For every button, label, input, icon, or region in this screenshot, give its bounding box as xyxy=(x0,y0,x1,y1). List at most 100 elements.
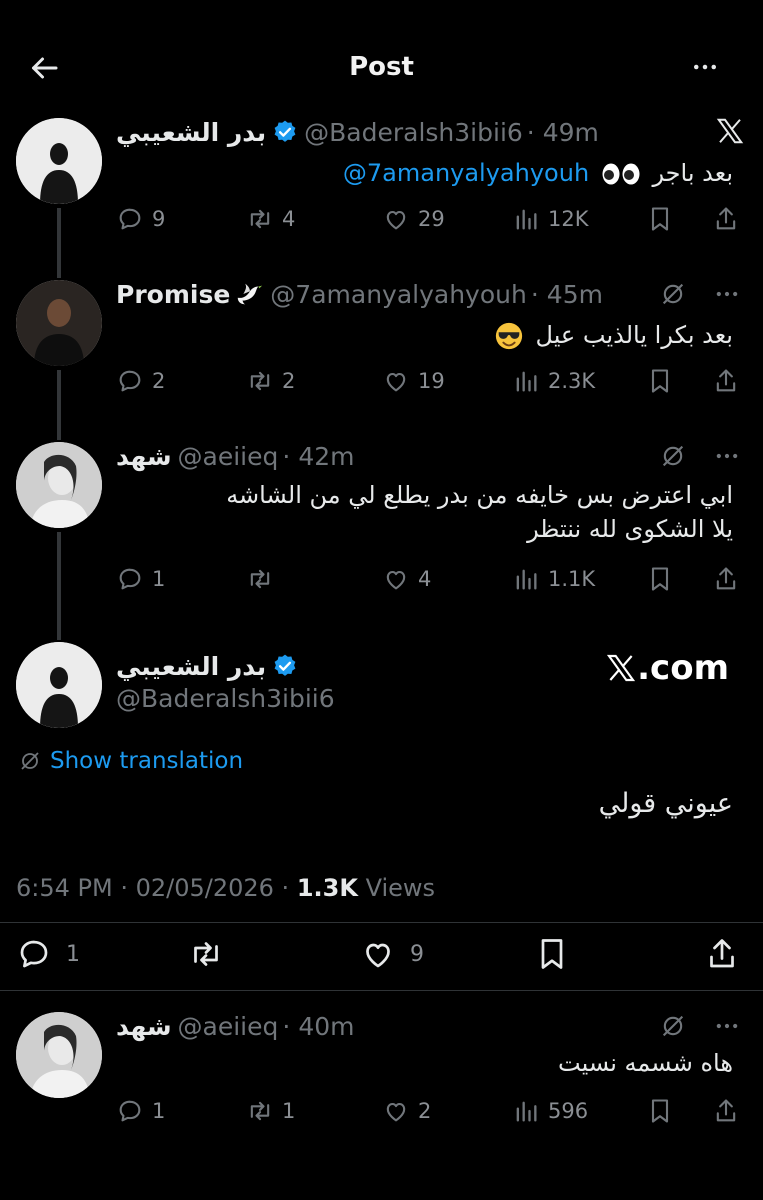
views-icon xyxy=(512,565,540,593)
bookmark-icon xyxy=(646,367,674,395)
grok-icon[interactable] xyxy=(659,1012,687,1040)
share-button[interactable] xyxy=(712,1094,748,1128)
bookmark-button[interactable] xyxy=(646,562,682,596)
action-bar: 9 4 29 12K xyxy=(116,202,743,236)
author-handle[interactable]: @aeiieq xyxy=(178,442,279,471)
post-text: عيوني قولي xyxy=(598,788,733,819)
top-tweet[interactable]: بدر الشعيبي @Baderalsh3ibii6 · 49m بعد ب… xyxy=(0,114,763,244)
bookmark-button[interactable] xyxy=(646,364,682,398)
repost-icon xyxy=(246,205,274,233)
repost-button[interactable]: 2 xyxy=(246,364,295,398)
share-button[interactable] xyxy=(712,562,748,596)
post-time[interactable]: 49m xyxy=(543,118,599,147)
tweet-text: ابي اعترض بس خايفه من بدر يطلع لي من الش… xyxy=(226,481,733,543)
post-time[interactable]: 45m xyxy=(547,280,603,309)
bookmark-icon xyxy=(646,1097,674,1125)
separator-dot: · xyxy=(282,1011,291,1041)
author-handle[interactable]: @Baderalsh3ibii6 xyxy=(304,118,523,147)
post-time[interactable]: 42m xyxy=(298,442,354,471)
author-handle[interactable]: @7amanyalyahyouh xyxy=(270,280,527,309)
bookmark-button[interactable] xyxy=(646,1094,682,1128)
author-handle[interactable]: @Baderalsh3ibii6 xyxy=(116,684,335,713)
separator-dot: · xyxy=(526,117,535,147)
repost-icon xyxy=(246,1097,274,1125)
share-icon xyxy=(712,1097,740,1125)
repost-button[interactable]: 1 xyxy=(246,1094,295,1128)
views-button[interactable]: 12K xyxy=(512,202,589,236)
reply-icon xyxy=(16,936,52,972)
mention-link[interactable]: @7amanyalyahyouh xyxy=(343,159,589,187)
author-name[interactable]: بدر الشعيبي xyxy=(116,118,266,147)
more-options-icon[interactable] xyxy=(685,52,725,82)
tweet-text: هاه شسمه نسيت xyxy=(558,1049,733,1077)
reply-tweet[interactable]: شهد @aeiieq · 40m هاه شسمه نسيت 1 1 2 59… xyxy=(0,1008,763,1138)
grok-icon[interactable] xyxy=(659,442,687,470)
heart-icon xyxy=(382,367,410,395)
divider xyxy=(0,922,763,923)
share-icon xyxy=(712,205,740,233)
share-icon xyxy=(712,367,740,395)
views-icon xyxy=(512,205,540,233)
share-button[interactable] xyxy=(712,202,748,236)
verified-badge-icon xyxy=(272,119,298,145)
like-button[interactable]: 9 xyxy=(360,934,424,974)
repost-icon xyxy=(246,565,274,593)
share-icon xyxy=(704,936,740,972)
author-name[interactable]: بدر الشعيبي xyxy=(116,652,266,681)
heart-icon xyxy=(382,1097,410,1125)
bookmark-icon xyxy=(646,565,674,593)
repost-icon xyxy=(188,936,224,972)
views-button[interactable]: 596 xyxy=(512,1094,588,1128)
share-button[interactable] xyxy=(704,934,754,974)
grok-icon[interactable] xyxy=(659,280,687,308)
post-timestamp[interactable]: 6:54 PM · 02/05/2026 · xyxy=(16,874,297,902)
author-name[interactable]: شهد xyxy=(116,442,172,471)
more-options-icon[interactable] xyxy=(711,1012,743,1040)
avatar[interactable] xyxy=(16,642,102,728)
share-button[interactable] xyxy=(712,364,748,398)
more-options-icon[interactable] xyxy=(711,280,743,308)
reply-tweet[interactable]: شهد @aeiieq · 42m ابي اعترض بس خايفه من … xyxy=(0,438,763,608)
author-name[interactable]: شهد xyxy=(116,1012,172,1041)
repost-icon xyxy=(246,367,274,395)
views-button[interactable]: 1.1K xyxy=(512,562,595,596)
more-options-icon[interactable] xyxy=(711,442,743,470)
show-translation-link[interactable]: Show translation xyxy=(18,748,243,774)
x-logo-icon xyxy=(715,116,745,146)
post-time[interactable]: 40m xyxy=(298,1012,354,1041)
page-title: Post xyxy=(349,52,414,82)
reply-button[interactable]: 2 xyxy=(116,364,165,398)
author-name[interactable]: Promise xyxy=(116,280,230,309)
separator-dot: · xyxy=(530,279,539,309)
reply-button[interactable]: 1 xyxy=(116,1094,165,1128)
reply-button[interactable]: 1 xyxy=(16,934,80,974)
repost-button[interactable] xyxy=(188,934,238,974)
divider xyxy=(0,990,763,991)
like-button[interactable]: 29 xyxy=(382,202,445,236)
views-button[interactable]: 2.3K xyxy=(512,364,595,398)
cool-emoji-icon xyxy=(494,321,524,351)
bookmark-button[interactable] xyxy=(534,934,584,974)
top-bar: Post xyxy=(0,0,763,100)
reply-icon xyxy=(116,565,144,593)
repost-button[interactable] xyxy=(246,562,282,596)
views-icon xyxy=(512,367,540,395)
like-button[interactable]: 2 xyxy=(382,1094,431,1128)
grok-icon xyxy=(18,749,42,773)
source-label: .com xyxy=(605,648,729,688)
like-button[interactable]: 4 xyxy=(382,562,431,596)
like-button[interactable]: 19 xyxy=(382,364,445,398)
bookmark-button[interactable] xyxy=(646,202,682,236)
x-logo-icon xyxy=(605,652,637,684)
heart-icon xyxy=(360,936,396,972)
reply-button[interactable]: 9 xyxy=(116,202,165,236)
author-handle[interactable]: @aeiieq xyxy=(178,1012,279,1041)
views-label: Views xyxy=(357,874,436,902)
tweet-text: بعد بكرا يالذيب عيل xyxy=(490,318,733,352)
reply-button[interactable]: 1 xyxy=(116,562,165,596)
repost-button[interactable]: 4 xyxy=(246,202,295,236)
post-metadata: 6:54 PM · 02/05/2026 · 1.3K Views xyxy=(16,874,435,902)
heart-icon xyxy=(382,565,410,593)
reply-tweet[interactable]: Promise @7amanyalyahyouh · 45m بعد بكرا … xyxy=(0,276,763,406)
eyes-emoji-icon xyxy=(601,162,641,186)
